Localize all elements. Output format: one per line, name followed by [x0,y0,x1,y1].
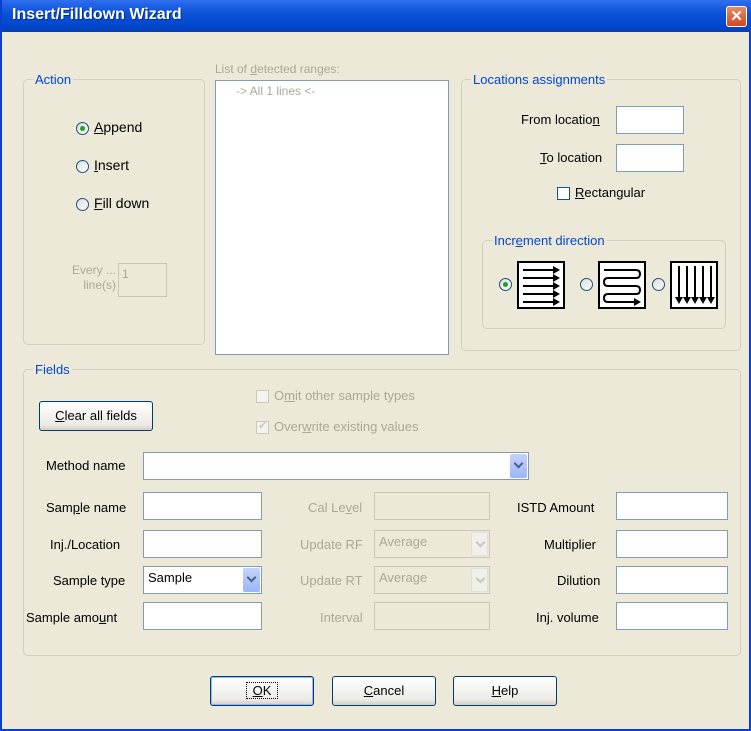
locations-legend: Locations assignments [471,72,608,87]
cancel-button[interactable]: Cancel [332,676,436,706]
chevron-down-icon[interactable] [510,454,527,478]
interval-input[interactable] [374,602,490,630]
fill-down-label[interactable]: Fill down [94,195,149,211]
fields-legend: Fields [33,362,72,377]
inj-location-input[interactable] [143,530,262,558]
from-location-label: From location [521,112,600,127]
rectangular-checkbox[interactable] [557,187,570,200]
insert-label[interactable]: Insert [94,157,129,173]
to-location-label: To location [540,150,603,165]
rows-increment-icon[interactable] [517,261,565,309]
sample-type-select[interactable]: Sample [143,566,262,594]
cal-level-input[interactable] [374,492,490,520]
interval-label: Interval [320,610,363,625]
omit-other-sample-types-label: Omit other sample types [274,388,415,403]
to-location-input[interactable] [616,144,684,172]
update-rf-select[interactable]: Average [374,530,490,558]
detected-ranges-list[interactable]: -> All 1 lines <- [215,80,449,355]
update-rt-select[interactable]: Average [374,566,490,594]
insert-filldown-dialog: Insert/Filldown Wizard ✕ Action Append I… [0,0,751,731]
title-bar[interactable]: Insert/Filldown Wizard ✕ [2,0,751,32]
inj-volume-input[interactable] [616,602,728,630]
increment-columns-radio[interactable] [652,278,665,291]
overwrite-existing-values-checkbox[interactable]: ✔ [256,420,269,434]
istd-amount-input[interactable] [616,492,728,520]
columns-increment-icon[interactable] [670,261,718,309]
omit-other-sample-types-checkbox[interactable] [256,390,269,403]
window-title: Insert/Filldown Wizard [12,6,182,23]
sample-name-input[interactable] [143,492,262,520]
multiplier-label: Multiplier [544,537,597,552]
increment-serpentine-radio[interactable] [580,278,593,291]
sample-amount-input[interactable] [143,602,262,630]
sample-amount-label: Sample amount [26,610,118,625]
action-legend: Action [33,72,74,87]
chevron-down-icon[interactable] [471,532,488,556]
chevron-down-icon[interactable] [471,568,488,592]
clear-all-fields-button[interactable]: Clear all fields [39,401,153,431]
dilution-label: Dilution [557,573,601,588]
overwrite-existing-values-label: Overwrite existing values [274,419,419,434]
close-button[interactable]: ✕ [726,6,747,27]
checkmark-icon: ✔ [258,420,268,432]
istd-amount-label: ISTD Amount [517,500,595,515]
append-label[interactable]: Append [94,119,142,135]
ok-button[interactable]: OK [210,676,314,706]
dilution-input[interactable] [616,566,728,594]
increment-rows-radio[interactable] [499,278,512,291]
increment-direction-legend: Increment direction [492,233,607,248]
close-icon: ✕ [730,8,743,25]
append-radio[interactable] [76,122,89,135]
inj-location-label: Inj./Location [50,537,121,552]
chevron-down-icon[interactable] [243,568,260,592]
cal-level-label: Cal Level [308,500,363,515]
from-location-input[interactable] [616,106,684,134]
list-item[interactable]: -> All 1 lines <- [236,84,315,98]
every-lines-input[interactable]: 1 [118,263,167,297]
detected-ranges-label: List of detected ranges: [215,62,340,76]
sample-name-label: Sample name [46,500,127,515]
every-label: Every ... line(s) [71,263,116,292]
rectangular-label[interactable]: Rectangular [575,185,645,200]
update-rt-label: Update RT [300,573,363,588]
insert-radio[interactable] [76,160,89,173]
help-button[interactable]: Help [453,676,557,706]
update-rf-label: Update RF [300,537,363,552]
serpentine-increment-icon[interactable] [598,261,646,309]
multiplier-input[interactable] [616,530,728,558]
method-name-select[interactable] [143,452,529,480]
sample-type-label: Sample type [53,573,126,588]
fill-down-radio[interactable] [76,198,89,211]
inj-volume-label: Inj. volume [536,610,599,625]
method-name-label: Method name [46,458,126,473]
